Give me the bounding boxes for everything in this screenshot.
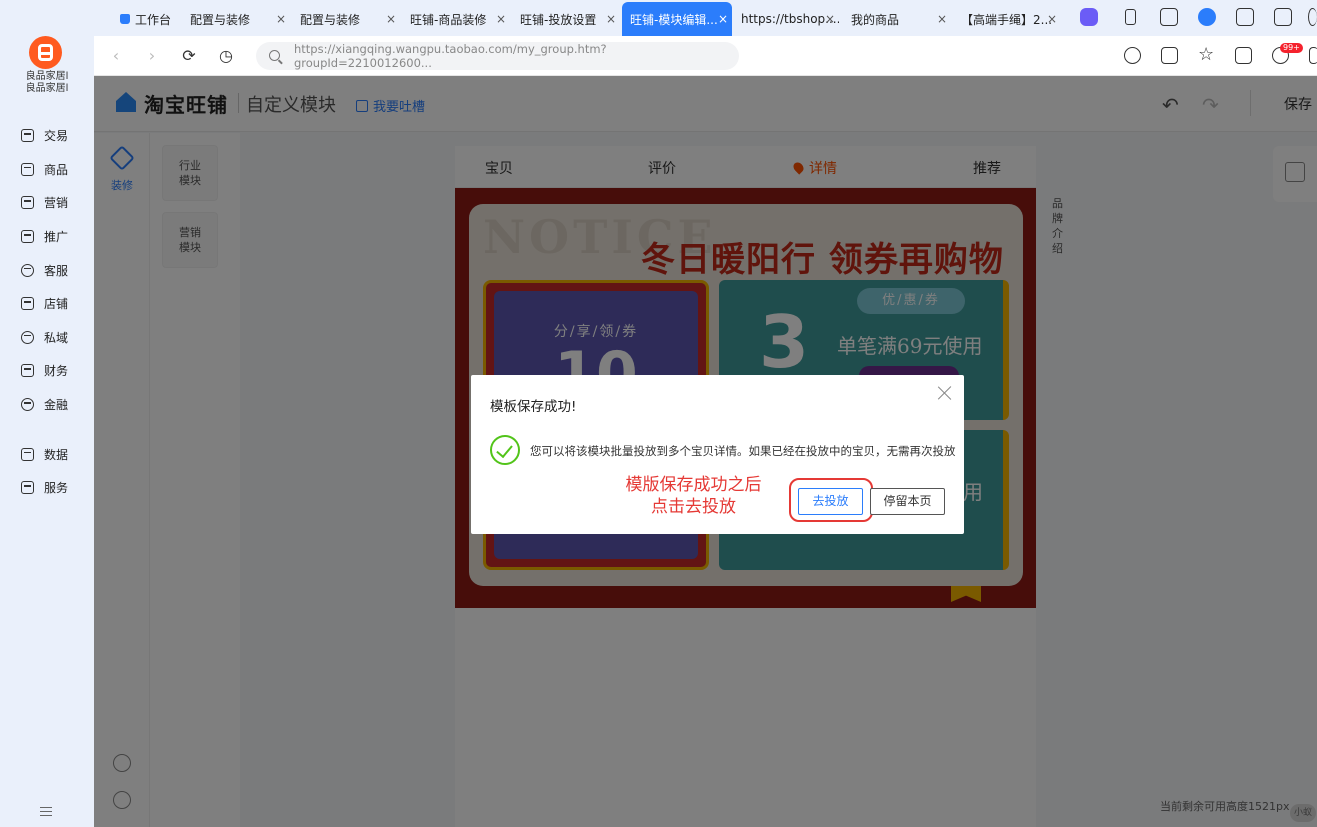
reload-icon[interactable]: ⟳ <box>179 46 199 66</box>
more-icon[interactable] <box>1308 8 1317 26</box>
tab-workbench[interactable]: 工作台 <box>112 2 192 36</box>
close-icon[interactable]: × <box>496 12 506 26</box>
sidebar-item-label: 客服 <box>44 263 69 278</box>
url-text: https://xiangqing.wangpu.taobao.com/my_g… <box>294 42 607 70</box>
sidebar-item-label: 私域 <box>44 330 69 345</box>
close-icon[interactable]: × <box>718 12 728 26</box>
shop-name: 良品家居l 良品家居l <box>0 71 94 95</box>
sidebar-item-trade[interactable]: 交易 <box>0 119 94 153</box>
tab-label: 配置与装修 <box>300 12 361 27</box>
sidebar-item-finance[interactable]: 财务 <box>0 354 94 388</box>
sidebar-item-data[interactable]: 数据 <box>0 437 94 471</box>
phone-icon[interactable] <box>1125 9 1136 25</box>
home-icon <box>120 14 130 24</box>
tab-my-goods[interactable]: 我的商品 × <box>843 2 951 36</box>
sidebar-item-label: 推广 <box>44 230 69 245</box>
avatar-icon[interactable] <box>1198 8 1216 26</box>
notification-badge: 99+ <box>1280 43 1303 53</box>
sidebar-item-store[interactable]: 店铺 <box>0 287 94 321</box>
board-icon[interactable] <box>1160 8 1178 26</box>
browser-tab-bar: 工作台 配置与装修 × 配置与装修 × 旺铺-商品装修 × 旺铺-投放设置 × 旺铺-模… <box>94 0 1317 36</box>
back-icon[interactable]: ‹ <box>106 46 126 66</box>
history-icon[interactable]: ◷ <box>216 46 236 66</box>
headset-icon <box>21 263 34 277</box>
tab-label: 旺铺-商品装修 <box>410 12 487 27</box>
window-icon <box>21 481 34 495</box>
tab-config-2[interactable]: 配置与装修 × <box>292 2 400 36</box>
sidebar-item-services[interactable]: 服务 <box>0 471 94 505</box>
url-input[interactable]: https://xiangqing.wangpu.taobao.com/my_g… <box>256 42 739 70</box>
edit-icon[interactable] <box>1236 8 1254 26</box>
close-icon[interactable]: × <box>386 12 396 26</box>
folder-icon[interactable] <box>1235 47 1252 64</box>
app-sidebar: 良品家居l 良品家居l 交易 商品 营销 推广 客服 店铺 私域 财务 金融 数… <box>0 0 94 827</box>
tab-module-edit[interactable]: 旺铺-模块编辑... × <box>622 2 732 36</box>
close-icon[interactable]: × <box>276 12 286 26</box>
more-icon[interactable] <box>1309 47 1317 64</box>
close-icon[interactable]: × <box>1047 12 1057 26</box>
tab-label: 旺铺-模块编辑... <box>630 12 718 27</box>
shop-name-line2: 良品家居l <box>25 83 69 94</box>
tab-delivery-settings[interactable]: 旺铺-投放设置 × <box>512 2 620 36</box>
sidebar-item-label: 财务 <box>44 364 69 379</box>
save-success-dialog: 模板保存成功! 您可以将该模块批量投放到多个宝贝详情。如果已经在投放中的宝贝，无… <box>471 375 964 534</box>
shop-name-line1: 良品家居l <box>25 71 69 82</box>
stay-on-page-button[interactable]: 停留本页 <box>870 488 945 515</box>
sidebar-item-promotion[interactable]: 推广 <box>0 220 94 254</box>
assistant-bot-icon[interactable] <box>1080 8 1098 26</box>
tab-tbshop[interactable]: https://tbshop.... × <box>733 2 839 36</box>
tab-goods-decorate[interactable]: 旺铺-商品装修 × <box>402 2 510 36</box>
tab-label: 旺铺-投放设置 <box>520 12 597 27</box>
sidebar-item-marketing[interactable]: 营销 <box>0 186 94 220</box>
sidebar-item-private-domain[interactable]: 私域 <box>0 321 94 355</box>
money-bag-icon <box>21 398 34 412</box>
close-icon[interactable]: × <box>937 12 947 26</box>
document-icon <box>21 129 34 143</box>
tab-label: 工作台 <box>135 12 172 27</box>
sidebar-item-label: 数据 <box>44 447 69 462</box>
go-deliver-button[interactable]: 去投放 <box>798 488 863 515</box>
sidebar-nav: 交易 商品 营销 推广 客服 店铺 私域 财务 金融 数据 服务 <box>0 119 94 505</box>
sidebar-item-label: 服务 <box>44 481 69 496</box>
sidebar-item-goods[interactable]: 商品 <box>0 153 94 187</box>
annotation-line2: 点击去投放 <box>651 497 736 517</box>
star-icon[interactable]: ☆ <box>1198 46 1215 64</box>
close-icon[interactable]: × <box>606 12 616 26</box>
forward-icon[interactable]: › <box>142 46 162 66</box>
shop-logo-icon[interactable] <box>29 36 62 69</box>
tab-product-listing[interactable]: 【高端手绳】2... × <box>953 2 1061 36</box>
yuan-icon <box>21 364 34 378</box>
tab-label: 我的商品 <box>851 12 900 27</box>
dialog-title: 模板保存成功! <box>490 399 577 415</box>
tab-label: 【高端手绳】2... <box>961 12 1053 27</box>
tab-config-1[interactable]: 配置与装修 × <box>182 2 290 36</box>
tab-label: 配置与装修 <box>190 12 251 27</box>
address-bar: ‹ › ⟳ ◷ https://xiangqing.wangpu.taobao.… <box>94 36 1317 76</box>
refresh-extension-icon[interactable] <box>1124 47 1141 64</box>
dialog-message: 您可以将该模块批量投放到多个宝贝详情。如果已经在投放中的宝贝，无需再次投放 <box>530 444 956 458</box>
search-icon <box>269 50 280 61</box>
sidebar-item-label: 营销 <box>44 196 69 211</box>
sidebar-item-label: 店铺 <box>44 297 69 312</box>
send-icon <box>21 230 34 244</box>
sidebar-item-loan[interactable]: 金融 <box>0 388 94 422</box>
shirt-icon[interactable] <box>1274 8 1292 26</box>
close-icon[interactable] <box>937 385 953 401</box>
sidebar-item-label: 交易 <box>44 129 69 144</box>
success-check-icon <box>490 435 520 465</box>
goods-icon <box>21 162 34 176</box>
menu-collapse-icon[interactable] <box>40 807 52 816</box>
users-icon <box>21 330 34 344</box>
sidebar-item-label: 商品 <box>44 162 69 177</box>
copy-icon[interactable] <box>1161 47 1178 64</box>
sidebar-item-service[interactable]: 客服 <box>0 253 94 287</box>
annotation-line1: 模版保存成功之后 <box>625 475 762 495</box>
store-icon <box>21 297 34 311</box>
tutorial-annotation: 模版保存成功之后 点击去投放 <box>606 474 781 518</box>
ticket-icon <box>21 196 34 210</box>
close-icon[interactable]: × <box>825 12 835 26</box>
sidebar-item-label: 金融 <box>44 398 69 413</box>
chart-icon <box>21 447 34 461</box>
